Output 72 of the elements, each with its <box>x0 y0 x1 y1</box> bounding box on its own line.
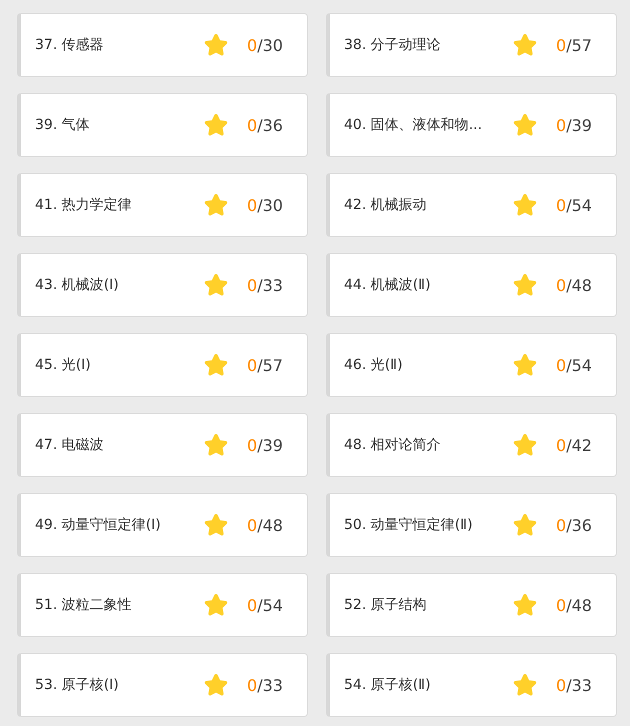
chapter-card[interactable]: 46. 光(Ⅱ) 0/54 <box>326 333 617 397</box>
progress-count: 0/39 <box>247 436 284 454</box>
star-icon <box>203 592 229 618</box>
chapter-card[interactable]: 37. 传感器 0/30 <box>17 13 308 77</box>
chapter-card[interactable]: 45. 光(Ⅰ) 0/57 <box>17 333 308 397</box>
chapter-title: 54. 原子核(Ⅱ) <box>344 676 432 694</box>
chapter-title: 42. 机械振动 <box>344 196 428 214</box>
chapter-title: 53. 原子核(Ⅰ) <box>35 676 120 694</box>
chapter-title: 39. 气体 <box>35 116 91 134</box>
progress-count: 0/30 <box>247 36 284 54</box>
star-icon <box>203 112 229 138</box>
chapter-card[interactable]: 48. 相对论简介 0/42 <box>326 413 617 477</box>
progress-count: 0/48 <box>556 596 593 614</box>
chapter-card[interactable]: 53. 原子核(Ⅰ) 0/33 <box>17 653 308 717</box>
chapter-title: 37. 传感器 <box>35 36 105 54</box>
star-icon <box>512 592 538 618</box>
progress-count: 0/36 <box>556 516 593 534</box>
star-icon <box>512 432 538 458</box>
progress-count: 0/48 <box>247 516 284 534</box>
progress-count: 0/33 <box>556 676 593 694</box>
chapter-card[interactable]: 40. 固体、液体和物... 0/39 <box>326 93 617 157</box>
chapter-title: 44. 机械波(Ⅱ) <box>344 276 432 294</box>
chapter-title: 46. 光(Ⅱ) <box>344 356 404 374</box>
progress-count: 0/54 <box>556 356 593 374</box>
progress-count: 0/57 <box>556 36 593 54</box>
star-icon <box>512 272 538 298</box>
chapter-card[interactable]: 38. 分子动理论 0/57 <box>326 13 617 77</box>
chapter-card[interactable]: 49. 动量守恒定律(Ⅰ) 0/48 <box>17 493 308 557</box>
chapter-card[interactable]: 51. 波粒二象性 0/54 <box>17 573 308 637</box>
chapter-card[interactable]: 44. 机械波(Ⅱ) 0/48 <box>326 253 617 317</box>
chapter-title: 43. 机械波(Ⅰ) <box>35 276 120 294</box>
progress-count: 0/54 <box>556 196 593 214</box>
chapter-title: 52. 原子结构 <box>344 596 428 614</box>
chapter-card[interactable]: 42. 机械振动 0/54 <box>326 173 617 237</box>
chapter-card[interactable]: 41. 热力学定律 0/30 <box>17 173 308 237</box>
progress-count: 0/57 <box>247 356 284 374</box>
star-icon <box>512 672 538 698</box>
chapter-card[interactable]: 47. 电磁波 0/39 <box>17 413 308 477</box>
progress-count: 0/48 <box>556 276 593 294</box>
chapter-title: 38. 分子动理论 <box>344 36 442 54</box>
chapter-title: 41. 热力学定律 <box>35 196 133 214</box>
chapter-card[interactable]: 54. 原子核(Ⅱ) 0/33 <box>326 653 617 717</box>
chapter-card[interactable]: 50. 动量守恒定律(Ⅱ) 0/36 <box>326 493 617 557</box>
chapter-card[interactable]: 39. 气体 0/36 <box>17 93 308 157</box>
chapter-title: 51. 波粒二象性 <box>35 596 133 614</box>
star-icon <box>512 112 538 138</box>
chapter-card[interactable]: 52. 原子结构 0/48 <box>326 573 617 637</box>
star-icon <box>512 192 538 218</box>
star-icon <box>512 32 538 58</box>
progress-count: 0/33 <box>247 276 284 294</box>
progress-count: 0/54 <box>247 596 284 614</box>
star-icon <box>203 432 229 458</box>
star-icon <box>203 272 229 298</box>
star-icon <box>203 672 229 698</box>
star-icon <box>512 512 538 538</box>
progress-count: 0/36 <box>247 116 284 134</box>
star-icon <box>203 32 229 58</box>
progress-count: 0/33 <box>247 676 284 694</box>
progress-count: 0/30 <box>247 196 284 214</box>
progress-count: 0/39 <box>556 116 593 134</box>
chapter-title: 50. 动量守恒定律(Ⅱ) <box>344 516 474 534</box>
chapter-title: 47. 电磁波 <box>35 436 105 454</box>
star-icon <box>203 352 229 378</box>
progress-count: 0/42 <box>556 436 593 454</box>
chapter-title: 49. 动量守恒定律(Ⅰ) <box>35 516 162 534</box>
chapter-title: 40. 固体、液体和物... <box>344 116 484 134</box>
chapter-title: 45. 光(Ⅰ) <box>35 356 92 374</box>
star-icon <box>512 352 538 378</box>
star-icon <box>203 192 229 218</box>
star-icon <box>203 512 229 538</box>
chapter-title: 48. 相对论简介 <box>344 436 442 454</box>
chapter-card[interactable]: 43. 机械波(Ⅰ) 0/33 <box>17 253 308 317</box>
